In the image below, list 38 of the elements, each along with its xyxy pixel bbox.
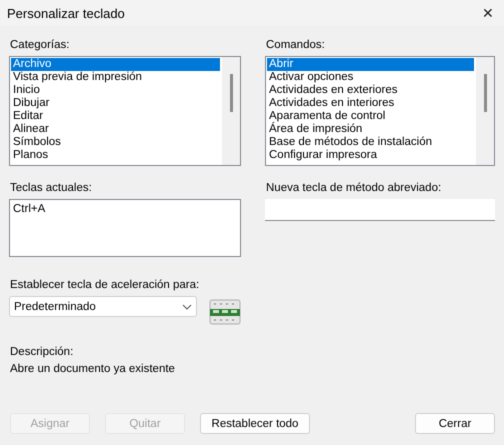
circuit-breaker-icon	[209, 299, 241, 325]
close-button[interactable]: ✕	[482, 5, 494, 21]
scrollbar[interactable]	[222, 57, 240, 165]
window-title: Personalizar teclado	[7, 6, 125, 20]
list-item[interactable]: Inicio	[11, 84, 220, 97]
list-item[interactable]: Configurar impresora	[267, 149, 474, 162]
commands-list[interactable]: Abrir Activar opciones Actividades en exteriores Actividades en interiores Aparamenta de control Área de impresión Base de métodos de instalación Configurar impresora	[265, 56, 495, 166]
list-item[interactable]: Área de impresión	[267, 123, 474, 136]
scrollbar[interactable]	[476, 57, 494, 165]
list-item[interactable]: Base de métodos de instalación	[267, 136, 474, 149]
list-item[interactable]: Activar opciones	[267, 71, 474, 84]
list-item[interactable]: Actividades en interiores	[267, 97, 474, 110]
categories-label: Categorías:	[10, 38, 70, 52]
list-item[interactable]: Vista previa de impresión	[11, 71, 220, 84]
shortcut-input-field[interactable]	[265, 199, 495, 221]
shortcut-key-item[interactable]: Ctrl+A	[13, 203, 237, 216]
list-item[interactable]: Alinear	[11, 123, 220, 136]
categories-list[interactable]: Archivo Vista previa de impresión Inicio Dibujar Editar Alinear Símbolos Planos	[9, 56, 241, 166]
accelerator-dropdown[interactable]: Predeterminado	[9, 296, 197, 317]
description-label: Descripción:	[10, 345, 74, 359]
list-item[interactable]: Dibujar	[11, 97, 220, 110]
new-shortcut-label: Nueva tecla de método abreviado:	[266, 181, 442, 195]
list-item[interactable]: Editar	[11, 110, 220, 123]
commands-label: Comandos:	[266, 38, 326, 52]
caret-icon	[182, 304, 192, 310]
close-dialog-button[interactable]: Cerrar	[415, 413, 495, 434]
current-keys-list[interactable]: Ctrl+A	[9, 199, 241, 257]
list-item[interactable]: Planos	[11, 149, 220, 162]
list-item[interactable]: Aparamenta de control	[267, 110, 474, 123]
list-item[interactable]: Símbolos	[11, 136, 220, 149]
dropdown-value: Predeterminado	[14, 300, 96, 312]
list-item[interactable]: Actividades en exteriores	[267, 84, 474, 97]
accelerator-label: Establecer tecla de aceleración para:	[10, 278, 200, 292]
list-item[interactable]: Abrir	[267, 58, 474, 71]
reset-all-button[interactable]: Restablecer todo	[200, 413, 310, 434]
current-keys-label: Teclas actuales:	[10, 181, 93, 195]
description-text: Abre un documento ya existente	[10, 363, 176, 375]
list-item[interactable]: Archivo	[11, 58, 220, 71]
